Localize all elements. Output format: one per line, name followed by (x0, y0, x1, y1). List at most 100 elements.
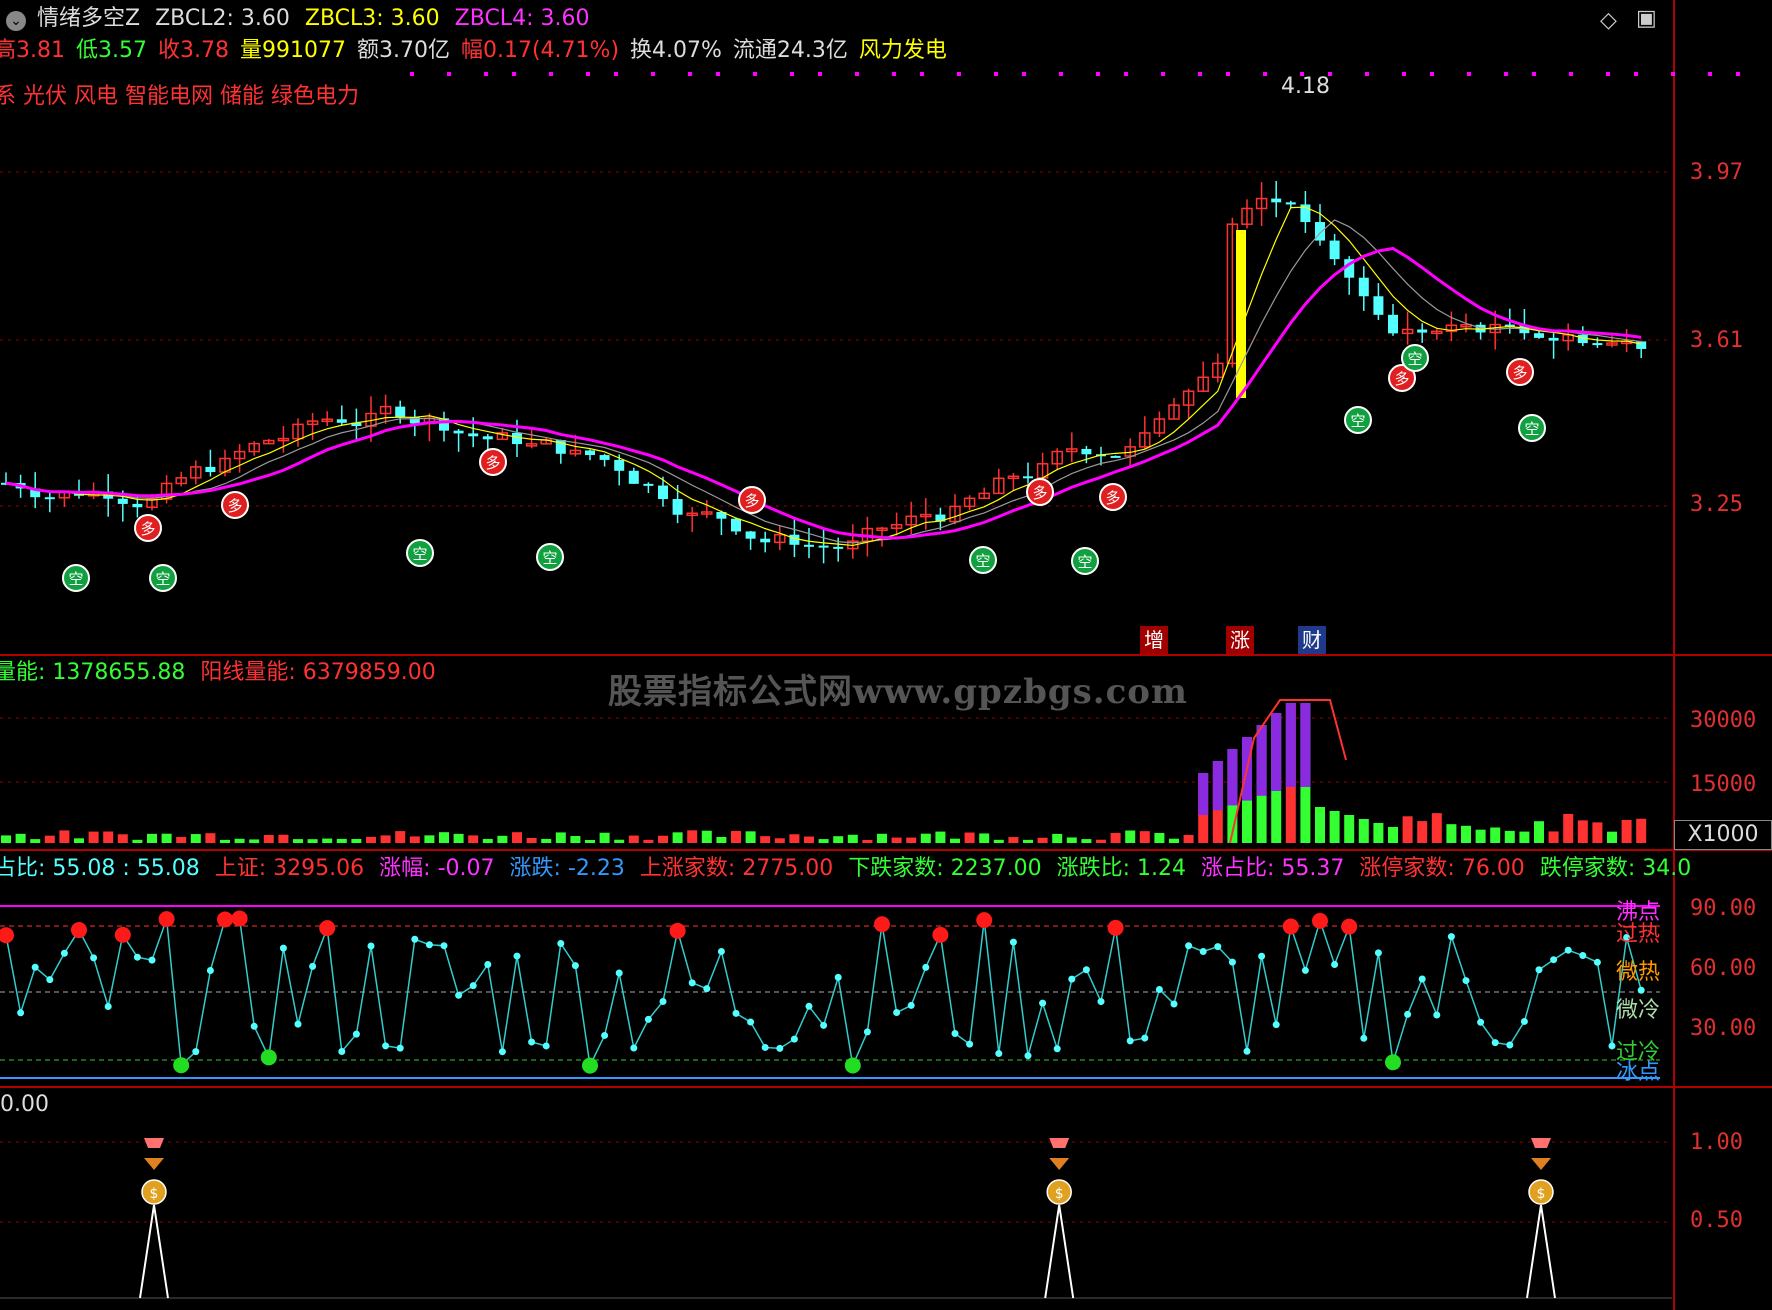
magenta-dot (716, 72, 720, 76)
volume-unit-button[interactable]: X1000 (1674, 820, 1772, 850)
volume-bar (176, 837, 187, 843)
oscillator-header: 占比: 55.08 : 55.08 上证: 3295.06 涨幅: -0.07 … (0, 856, 1699, 882)
volume-bar (1110, 832, 1121, 843)
osc-down-count: 下跌家数: 2237.00 (848, 856, 1042, 881)
sentiment-dot (1301, 966, 1309, 974)
candle-body-down (672, 499, 683, 515)
sentiment-dot (1360, 1034, 1368, 1042)
magenta-dot (1736, 72, 1740, 76)
magenta-dot (1161, 72, 1165, 76)
candle-body-down (1271, 198, 1282, 203)
volume-bar (1154, 832, 1165, 843)
volume-bar (15, 833, 26, 843)
sentiment-dot (995, 1050, 1003, 1058)
sentiment-dot (542, 1042, 550, 1050)
sentiment-dot (732, 1009, 740, 1017)
volume-bar (1358, 819, 1369, 843)
volume-bar (920, 833, 931, 843)
volume-bar (1183, 834, 1194, 843)
event-tag-limit-up[interactable]: 涨 (1226, 626, 1254, 654)
sentiment-dot (688, 979, 696, 987)
overheat-dot (1107, 919, 1124, 936)
magenta-dot (1402, 72, 1406, 76)
stock-chart-canvas[interactable]: 多多多多多多多 多空 空空空空空空 空空$ $ $ (0, 0, 1772, 1310)
sentiment-dot (192, 1048, 200, 1056)
magenta-dot (1569, 72, 1573, 76)
sentiment-dot (498, 1048, 506, 1056)
volume-bar (1607, 831, 1617, 843)
sentiment-dot (644, 1015, 652, 1023)
overcool-dot (844, 1057, 861, 1074)
sentiment-dot (703, 985, 711, 993)
volume-bar (1139, 831, 1150, 843)
candle-body-down (643, 483, 654, 486)
event-tag-finance[interactable]: 财 (1298, 626, 1326, 654)
sentiment-dot (863, 1028, 871, 1036)
volume-bar (526, 837, 537, 843)
zone-freezing: 冰点 (1616, 1060, 1661, 1085)
magenta-dot (790, 72, 794, 76)
sentiment-dot (1433, 1011, 1441, 1019)
volume-bar (1125, 830, 1136, 843)
candle-body-down (205, 466, 216, 473)
sentiment-dot (1009, 938, 1017, 946)
candle-body-down (789, 534, 800, 545)
magenta-dot (957, 72, 961, 76)
overheat-dot (71, 922, 87, 939)
sentiment-dot (31, 963, 39, 971)
candle-body-down (628, 470, 639, 484)
volume-bar (147, 833, 157, 843)
overheat-dot (874, 916, 890, 933)
volume-bar (44, 835, 55, 843)
candle-body-down (614, 459, 625, 471)
sentiment-dot (1155, 986, 1163, 994)
volume-bar (614, 839, 625, 843)
volume-bar (658, 835, 668, 843)
osc-limit-down-count: 跌停家数: 34.0 (1539, 856, 1692, 881)
volume-bar (205, 833, 216, 843)
bull-marker-label: 多 (485, 454, 500, 472)
candle-body-down (512, 432, 522, 445)
bull-marker-label: 多 (744, 492, 759, 510)
magenta-dot (1365, 72, 1369, 76)
sentiment-dot (1228, 958, 1236, 966)
candle-body-down (132, 503, 143, 508)
volume-bar (950, 838, 960, 843)
volume-bar (1504, 830, 1515, 843)
sentiment-dot (1126, 1037, 1134, 1045)
volume-bar (293, 839, 303, 843)
volume-bar (541, 838, 552, 843)
sentiment-dot (805, 1002, 813, 1010)
watermark: 股票指标公式网www.gpzbgs.com (608, 672, 1188, 712)
candle-body-down (453, 430, 464, 434)
sentiment-dot (557, 940, 565, 948)
vol-tick-2: 15000 (1690, 772, 1757, 797)
candle-body-down (833, 546, 844, 549)
sentiment-dot (761, 1043, 769, 1051)
overcool-dot (582, 1057, 598, 1074)
sentiment-dot (104, 1003, 112, 1011)
sentiment-dot (528, 1038, 536, 1046)
event-tag-increase[interactable]: 增 (1140, 626, 1168, 654)
price-tick-1: 3.97 (1690, 160, 1743, 185)
overheat-dot (0, 927, 14, 944)
volume-bar (234, 838, 245, 843)
candle-body-down (1081, 448, 1092, 455)
volume-bar (249, 839, 260, 843)
volume-bar (1446, 824, 1457, 843)
magenta-dot (1263, 72, 1267, 76)
sentiment-dot (1199, 947, 1207, 955)
volume-bar (307, 839, 318, 843)
candle-body-down (1358, 277, 1369, 297)
sentiment-dot (411, 935, 419, 943)
overcool-dot (1385, 1054, 1401, 1071)
volume-bar (512, 832, 522, 843)
magenta-dot (1096, 72, 1100, 76)
volume-bar (672, 832, 683, 843)
osc-change: 涨跌: -2.23 (509, 856, 625, 881)
volume-bar (1066, 837, 1077, 843)
volume-bar (1563, 813, 1574, 843)
magenta-dot (549, 72, 553, 76)
sentiment-dot (250, 1022, 258, 1030)
vol-tick-1: 30000 (1690, 708, 1757, 733)
